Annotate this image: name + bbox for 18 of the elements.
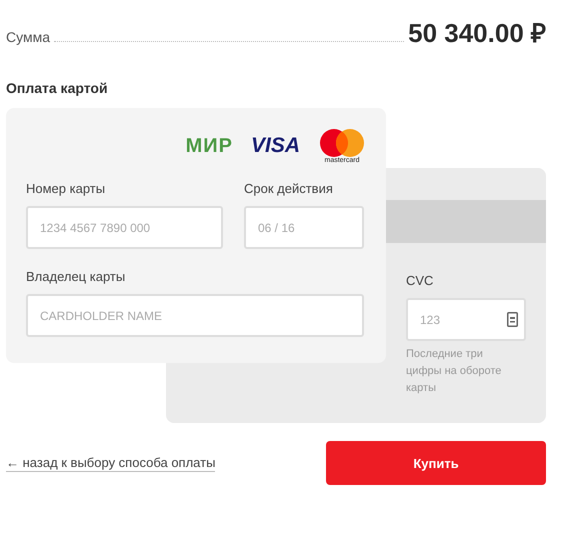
field-label: Владелец карты bbox=[26, 269, 126, 286]
field-label: Срок действия bbox=[244, 181, 334, 198]
expiry-field[interactable]: 06 / 16 bbox=[244, 206, 364, 249]
cardholder-field[interactable]: CARDHOLDER NAME bbox=[26, 294, 364, 337]
field-label: Номер карты bbox=[26, 181, 106, 198]
sum-label: Сумма bbox=[6, 29, 50, 45]
field-label: CVC bbox=[406, 273, 434, 290]
visa-logo: VISA bbox=[250, 134, 300, 158]
mir-logo: МИР bbox=[186, 134, 233, 158]
section-title: Оплата картой bbox=[6, 80, 109, 96]
back-link[interactable]: ← назад к выбору способа оплаты bbox=[6, 454, 216, 472]
buy-button[interactable]: Купить bbox=[326, 441, 546, 485]
overlapping-circles-icon bbox=[318, 128, 366, 158]
sum-amount: 50 340.00 ₽ bbox=[408, 17, 546, 50]
card-back-icon bbox=[507, 312, 518, 327]
cvc-hint: Последние три цифры на обороте карты bbox=[406, 347, 502, 396]
card-number-field[interactable]: 1234 4567 7890 000 bbox=[26, 206, 223, 249]
cvc-field[interactable]: 123 bbox=[406, 298, 526, 341]
